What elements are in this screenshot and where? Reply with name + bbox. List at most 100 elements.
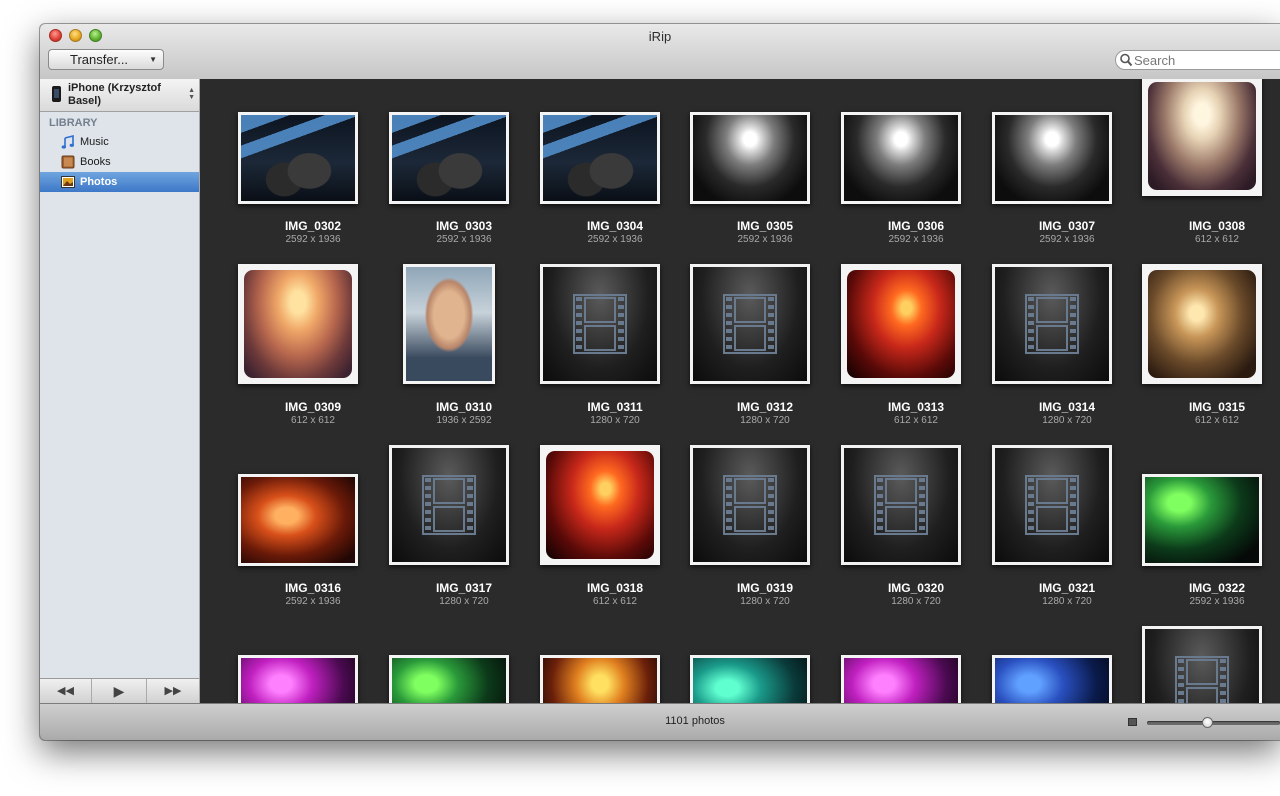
photo-thumbnail[interactable]	[238, 112, 358, 204]
photo-thumbnail[interactable]	[540, 112, 660, 204]
photo-image	[244, 270, 352, 378]
photo-count: 1101 photos	[665, 715, 725, 727]
video-thumbnail[interactable]	[389, 445, 509, 565]
photo-thumbnail[interactable]	[389, 112, 509, 204]
sidebar-item-music[interactable]: Music	[40, 132, 199, 152]
zoom-slider[interactable]	[1147, 721, 1280, 725]
fast-forward-icon: ▶▶	[164, 685, 182, 697]
photo-thumbnail[interactable]	[238, 264, 358, 384]
photo-item[interactable]: IMG_0322 2592 x 1936	[1142, 445, 1280, 626]
sidebar: iPhone (Krzysztof Basel) ▲ ▼ LIBRARY Musi…	[40, 79, 200, 704]
photo-thumbnail[interactable]	[1142, 474, 1262, 566]
photo-item[interactable]	[238, 626, 388, 703]
photo-thumbnail[interactable]	[238, 474, 358, 566]
photo-name: IMG_0312	[736, 400, 794, 414]
zoom-slider-knob[interactable]	[1201, 717, 1213, 728]
film-strip-icon	[1175, 656, 1229, 703]
photo-image	[844, 658, 958, 703]
toolbar: iRip Transfer... ▼	[40, 24, 1280, 80]
photo-item[interactable]: IMG_0316 2592 x 1936	[238, 445, 388, 626]
photo-item[interactable]	[1142, 626, 1280, 703]
photo-item[interactable]: IMG_0310 1936 x 2592	[389, 264, 539, 445]
film-strip-icon	[1025, 475, 1079, 535]
photo-image	[693, 658, 807, 703]
photo-thumbnail[interactable]	[841, 264, 961, 384]
photo-item[interactable]: IMG_0306 2592 x 1936	[841, 83, 991, 264]
photo-item[interactable]: IMG_0312 1280 x 720	[690, 264, 840, 445]
photo-thumbnail[interactable]	[841, 112, 961, 204]
photo-item[interactable]	[992, 626, 1142, 703]
fast-forward-button[interactable]: ▶▶	[147, 679, 199, 704]
photo-item[interactable]: IMG_0308 612 x 612	[1142, 79, 1280, 264]
video-thumbnail[interactable]	[540, 264, 660, 384]
photo-item[interactable]: IMG_0318 612 x 612	[540, 445, 690, 626]
film-strip-icon	[723, 475, 777, 535]
photo-item[interactable]	[841, 626, 991, 703]
photo-dimensions: 2592 x 1936	[436, 234, 492, 245]
photo-name: IMG_0302	[284, 219, 342, 233]
photo-image	[546, 451, 654, 559]
sidebar-item-label: Photos	[80, 176, 118, 188]
video-thumbnail[interactable]	[1142, 626, 1262, 703]
photo-thumbnail[interactable]	[690, 112, 810, 204]
photo-thumbnail[interactable]	[992, 655, 1112, 703]
photo-item[interactable]: IMG_0309 612 x 612	[238, 264, 388, 445]
photo-item[interactable]	[690, 626, 840, 703]
photo-thumbnail[interactable]	[690, 655, 810, 703]
photo-name: IMG_0314	[1038, 400, 1096, 414]
photo-thumbnail[interactable]	[540, 655, 660, 703]
video-thumbnail[interactable]	[841, 445, 961, 565]
photo-thumbnail[interactable]	[841, 655, 961, 703]
video-preview	[543, 267, 657, 381]
photo-thumbnail[interactable]	[389, 655, 509, 703]
small-thumbnail-icon[interactable]	[1128, 718, 1137, 726]
photo-name: IMG_0318	[586, 581, 644, 595]
photo-dimensions: 612 x 612	[593, 596, 637, 607]
video-thumbnail[interactable]	[690, 264, 810, 384]
video-thumbnail[interactable]	[992, 445, 1112, 565]
sidebar-item-photos[interactable]: Photos	[40, 172, 199, 192]
photo-item[interactable]: IMG_0319 1280 x 720	[690, 445, 840, 626]
photo-item[interactable]: IMG_0320 1280 x 720	[841, 445, 991, 626]
photo-image	[1148, 82, 1256, 190]
photo-thumbnail[interactable]	[992, 112, 1112, 204]
transfer-button[interactable]: Transfer... ▼	[48, 49, 164, 70]
photo-item[interactable]: IMG_0314 1280 x 720	[992, 264, 1142, 445]
photo-item[interactable]: IMG_0307 2592 x 1936	[992, 83, 1142, 264]
photo-image	[995, 658, 1109, 703]
video-thumbnail[interactable]	[690, 445, 810, 565]
photo-item[interactable]: IMG_0304 2592 x 1936	[540, 83, 690, 264]
photo-dimensions: 1936 x 2592	[436, 415, 492, 426]
photo-item[interactable]: IMG_0303 2592 x 1936	[389, 83, 539, 264]
photo-item[interactable]: IMG_0321 1280 x 720	[992, 445, 1142, 626]
device-selector[interactable]: iPhone (Krzysztof Basel) ▲ ▼	[40, 79, 199, 112]
video-thumbnail[interactable]	[992, 264, 1112, 384]
photo-dimensions: 612 x 612	[1195, 234, 1239, 245]
photo-dimensions: 612 x 612	[1195, 415, 1239, 426]
photo-thumbnail[interactable]	[1142, 264, 1262, 384]
photo-dimensions: 1280 x 720	[590, 415, 640, 426]
search-field[interactable]	[1115, 50, 1280, 70]
photo-item[interactable]	[389, 626, 539, 703]
video-preview	[693, 267, 807, 381]
photo-item[interactable]: IMG_0313 612 x 612	[841, 264, 991, 445]
rewind-button[interactable]: ◀◀	[40, 679, 92, 704]
photo-thumbnail[interactable]	[540, 445, 660, 565]
video-preview	[995, 448, 1109, 562]
photo-image	[847, 270, 955, 378]
sidebar-item-books[interactable]: Books	[40, 152, 199, 172]
play-button[interactable]: ▶	[92, 679, 147, 704]
photo-thumbnail[interactable]	[238, 655, 358, 703]
photo-image	[693, 115, 807, 201]
search-input[interactable]	[1134, 52, 1280, 68]
photo-item[interactable]: IMG_0311 1280 x 720	[540, 264, 690, 445]
video-preview	[693, 448, 807, 562]
photo-thumbnail[interactable]	[1142, 79, 1262, 196]
photo-thumbnail[interactable]	[403, 264, 495, 384]
up-down-arrows-icon: ▲ ▼	[188, 87, 195, 101]
photo-item[interactable]	[540, 626, 690, 703]
photo-item[interactable]: IMG_0305 2592 x 1936	[690, 83, 840, 264]
photo-item[interactable]: IMG_0317 1280 x 720	[389, 445, 539, 626]
photo-item[interactable]: IMG_0315 612 x 612	[1142, 264, 1280, 445]
photo-item[interactable]: IMG_0302 2592 x 1936	[238, 83, 388, 264]
